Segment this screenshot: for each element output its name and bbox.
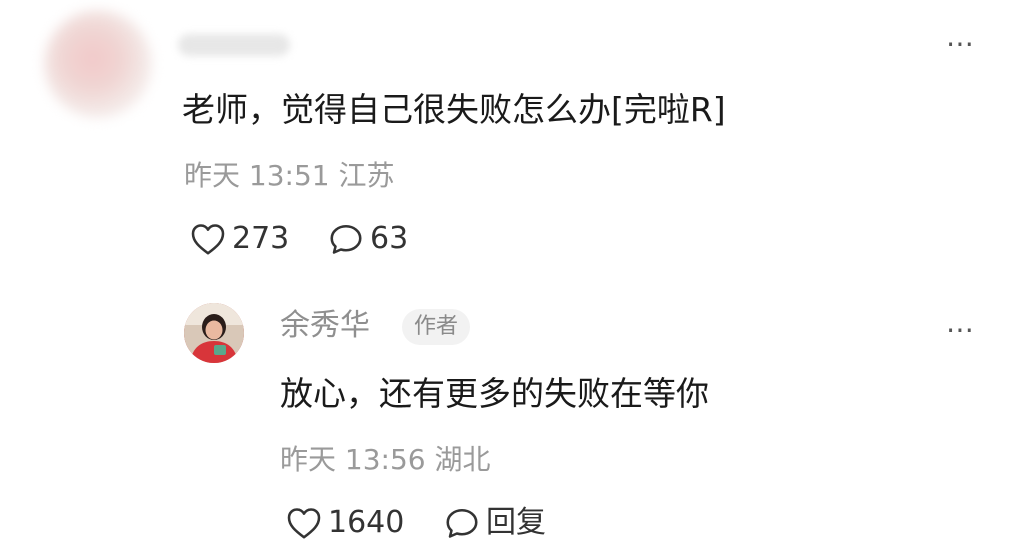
reply-meta: 昨天 13:56 湖北: [280, 443, 491, 476]
commenter-avatar[interactable]: [44, 10, 152, 118]
reply-more-ellipsis-icon[interactable]: ⋯: [946, 316, 975, 344]
comment-reply-button[interactable]: 63: [328, 221, 408, 257]
commenter-username-blurred[interactable]: [178, 34, 290, 56]
author-username[interactable]: 余秀华: [280, 306, 370, 346]
comment-like-button[interactable]: 273: [190, 221, 289, 257]
heart-icon: [287, 508, 321, 539]
speech-bubble-icon: [446, 508, 478, 538]
comment-like-count: 273: [232, 221, 290, 256]
author-avatar[interactable]: [184, 303, 244, 363]
comment-more-ellipsis-icon[interactable]: ⋯: [946, 30, 975, 58]
author-photo: [184, 303, 244, 363]
reply-like-count: 1640: [328, 505, 405, 540]
comment-reply-count: 63: [370, 221, 409, 256]
heart-icon: [191, 224, 225, 255]
comment-meta: 昨天 13:51 江苏: [184, 159, 395, 192]
author-badge: 作者: [402, 309, 471, 345]
reply-like-button[interactable]: 1640: [286, 505, 404, 541]
speech-bubble-icon: [330, 224, 362, 254]
reply-reply-label: 回复: [486, 505, 546, 540]
reply-reply-button[interactable]: 回复: [444, 505, 546, 541]
reply-text: 放心，还有更多的失败在等你: [280, 374, 709, 413]
comment-text: 老师，觉得自己很失败怎么办[完啦R]: [182, 90, 726, 129]
